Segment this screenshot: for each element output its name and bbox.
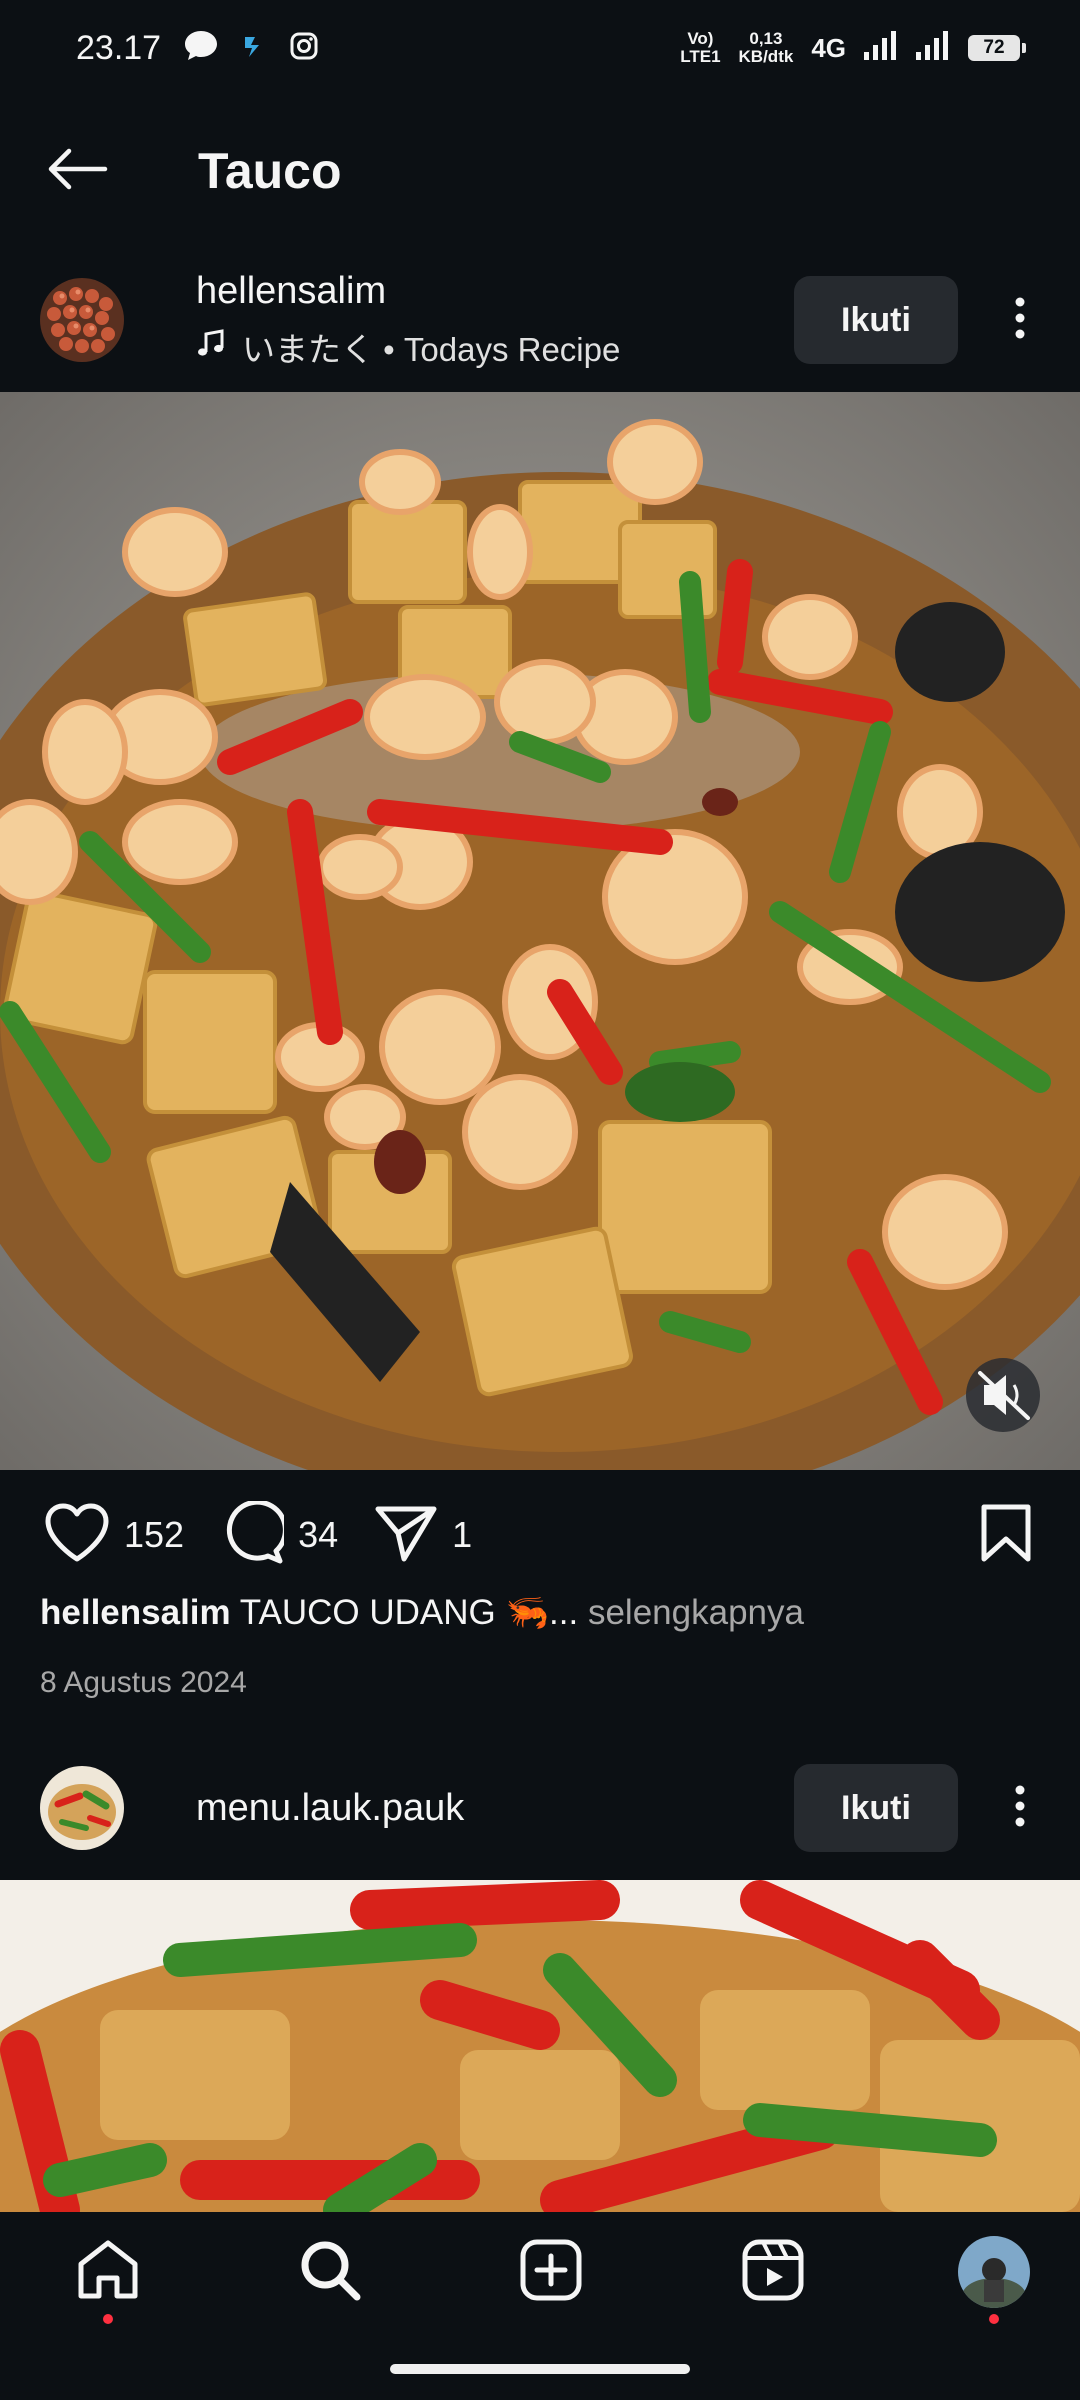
comment-count[interactable]: 34 bbox=[298, 1514, 338, 1556]
comment-action[interactable]: 34 bbox=[220, 1499, 338, 1570]
top-header: Tauco bbox=[0, 96, 1080, 246]
home-icon bbox=[75, 2238, 141, 2307]
post-username[interactable]: hellensalim bbox=[196, 270, 620, 313]
more-vertical-icon bbox=[1014, 1784, 1026, 1833]
nav-reels[interactable] bbox=[735, 2234, 811, 2310]
post-header-2: menu.lauk.pauk Ikuti bbox=[0, 1764, 1080, 1852]
speaker-muted-icon[interactable] bbox=[966, 1358, 1040, 1432]
home-indicator[interactable] bbox=[390, 2364, 690, 2374]
bookmark-icon[interactable] bbox=[980, 1503, 1032, 1568]
nav-profile[interactable] bbox=[956, 2234, 1032, 2324]
status-bar: 23.17 Vo) LTE1 0,13 KB/dtk 4G 72 bbox=[0, 0, 1080, 96]
like-count[interactable]: 152 bbox=[124, 1514, 184, 1556]
back-button[interactable] bbox=[42, 136, 112, 206]
page-title: Tauco bbox=[198, 143, 342, 199]
post-image-2[interactable] bbox=[0, 1880, 1080, 2212]
reels-icon bbox=[741, 2238, 805, 2307]
search-icon bbox=[297, 2237, 363, 2308]
notification-dot bbox=[103, 2314, 113, 2324]
battery-indicator: 72 bbox=[968, 35, 1026, 61]
post-caption[interactable]: hellensalim TAUCO UDANG 🦐... selengkapny… bbox=[40, 1592, 1040, 1633]
music-note-icon bbox=[196, 328, 226, 366]
send-icon[interactable] bbox=[374, 1503, 438, 1568]
app-notification-icon bbox=[241, 33, 267, 64]
avatar[interactable] bbox=[40, 278, 124, 362]
see-more-link[interactable]: selengkapnya bbox=[588, 1593, 804, 1632]
share-count[interactable]: 1 bbox=[452, 1514, 472, 1556]
more-options-button-2[interactable] bbox=[1000, 1764, 1040, 1852]
comment-icon[interactable] bbox=[220, 1499, 288, 1570]
chat-bubble-icon bbox=[183, 29, 219, 68]
avatar-2[interactable] bbox=[40, 1766, 124, 1850]
post-video[interactable] bbox=[0, 392, 1080, 1470]
nav-create[interactable] bbox=[513, 2234, 589, 2310]
post-header: hellensalim いまたく • Todays Recipe Ikuti bbox=[0, 270, 1080, 370]
status-time: 23.17 bbox=[76, 28, 162, 67]
avatar[interactable] bbox=[958, 2236, 1030, 2308]
follow-button[interactable]: Ikuti bbox=[794, 276, 958, 364]
network-speed: 0,13 KB/dtk bbox=[738, 29, 794, 66]
follow-button-2[interactable]: Ikuti bbox=[794, 1764, 958, 1852]
more-vertical-icon bbox=[1014, 296, 1026, 345]
like-action[interactable]: 152 bbox=[44, 1503, 184, 1568]
post-actions: 152 34 1 bbox=[0, 1470, 1080, 1600]
signal-icon bbox=[864, 30, 898, 66]
instagram-icon bbox=[289, 31, 319, 66]
caption-username[interactable]: hellensalim bbox=[40, 1593, 231, 1632]
plus-square-icon bbox=[519, 2238, 583, 2307]
caption-text: TAUCO UDANG 🦐... bbox=[239, 1593, 588, 1632]
network-type: 4G bbox=[811, 32, 846, 63]
signal-icon-2 bbox=[916, 30, 950, 66]
bottom-navigation bbox=[0, 2212, 1080, 2400]
audio-track[interactable]: いまたく • Todays Recipe bbox=[196, 323, 620, 371]
nav-search[interactable] bbox=[292, 2234, 368, 2310]
share-action[interactable]: 1 bbox=[374, 1503, 472, 1568]
nav-home[interactable] bbox=[70, 2234, 146, 2324]
notification-dot bbox=[989, 2314, 999, 2324]
heart-icon[interactable] bbox=[44, 1503, 110, 1568]
volte-indicator: Vo) LTE1 bbox=[680, 29, 721, 66]
arrow-left-icon bbox=[45, 147, 109, 196]
more-options-button[interactable] bbox=[1000, 276, 1040, 364]
post-date: 8 Agustus 2024 bbox=[40, 1666, 247, 1699]
audio-title: いまたく • Todays Recipe bbox=[242, 330, 621, 368]
post-username-2[interactable]: menu.lauk.pauk bbox=[196, 1787, 464, 1830]
